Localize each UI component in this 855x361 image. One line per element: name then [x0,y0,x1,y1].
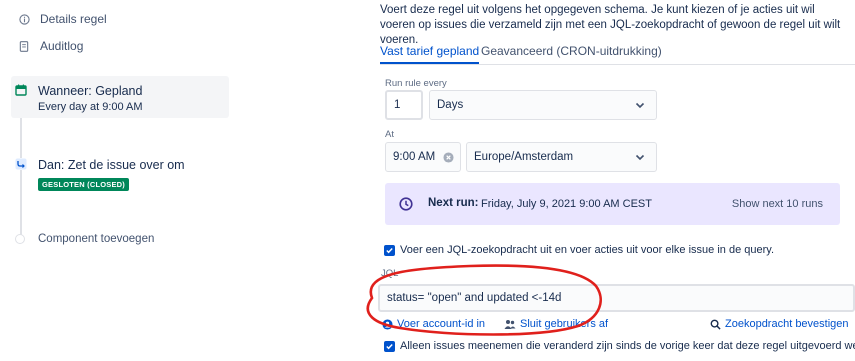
next-run-value: Friday, July 9, 2021 9:00 AM CEST [481,198,652,210]
timezone-select[interactable]: Europe/Amsterdam [466,142,657,172]
jql-input[interactable]: status= "open" and updated <-14d [378,284,855,312]
info-icon [18,13,30,25]
only-changed-checkbox[interactable] [384,341,395,352]
document-icon [18,40,30,52]
clock-icon [399,197,413,211]
show-next-runs-button[interactable]: Show next 10 runs [732,198,823,210]
run-every-input[interactable]: 1 [385,90,423,120]
users-icon [504,319,516,329]
sidebar-item-label: Details regel [40,12,107,26]
description-text: Voert deze regel uit volgens het opgegev… [380,4,841,46]
jql-label: JQL [381,268,399,279]
only-changed-label: Alleen issues meenemen die veranderd zij… [400,340,855,352]
trigger-subtitle: Every day at 9:00 AM [38,101,143,113]
at-label: At [385,129,394,140]
trigger-title: Wanneer: Gepland [38,84,143,98]
jql-checkbox[interactable] [384,245,395,256]
tab-divider [380,64,855,65]
account-id-label: Voer account-id in [397,318,486,330]
validate-query-label: Zoekopdracht bevestigen [725,318,849,330]
trigger-step[interactable]: Wanneer: Gepland Every day at 9:00 AM [11,76,229,118]
time-value: 9:00 AM [393,151,436,163]
timezone-value: Europe/Amsterdam [474,151,574,163]
tab-cron[interactable]: Geavanceerd (CRON-uitdrukking) [481,44,662,64]
next-run-panel: Next run: Friday, July 9, 2021 9:00 AM C… [385,183,840,225]
chevron-down-icon [634,99,646,111]
user-icon [382,318,393,330]
sluit-gebruikers-label: Sluit gebruikers af [520,318,609,330]
status-badge: GESLOTEN (CLOSED) [38,178,129,191]
sidebar-item-details[interactable]: Details regel [18,10,107,28]
tab-fixed-rate[interactable]: Vast tarief gepland [380,44,480,64]
add-component-button[interactable]: Component toevoegen [38,233,154,245]
validate-query-link[interactable]: Zoekopdracht bevestigen [710,318,849,330]
run-every-value: 1 [394,99,401,111]
jql-value: status= "open" and updated <-14d [387,292,562,304]
action-step[interactable]: Dan: Zet de issue over om GESLOTEN (CLOS… [11,152,229,196]
check-icon [386,248,393,254]
jql-checkbox-label: Voer een JQL-zoekopdracht uit en voer ac… [400,244,775,256]
check-icon [386,344,393,350]
run-every-unit-select[interactable]: Days [429,90,657,120]
search-icon [710,319,721,330]
sidebar-item-label: Auditlog [40,39,84,53]
chevron-down-icon [634,151,646,163]
transition-icon [15,158,27,170]
action-title: Dan: Zet de issue over om [38,158,185,172]
run-every-unit-value: Days [437,99,464,111]
clear-icon[interactable] [443,152,454,163]
account-id-link[interactable]: Voer account-id in [382,318,485,330]
sidebar-item-auditlog[interactable]: Auditlog [18,37,83,55]
run-every-label: Run rule every [385,78,447,89]
add-component-dot [15,234,25,244]
sluit-gebruikers-link[interactable]: Sluit gebruikers af [504,318,608,330]
calendar-icon [15,84,27,96]
time-input[interactable]: 9:00 AM [385,142,461,172]
next-run-label: Next run: [428,197,479,209]
